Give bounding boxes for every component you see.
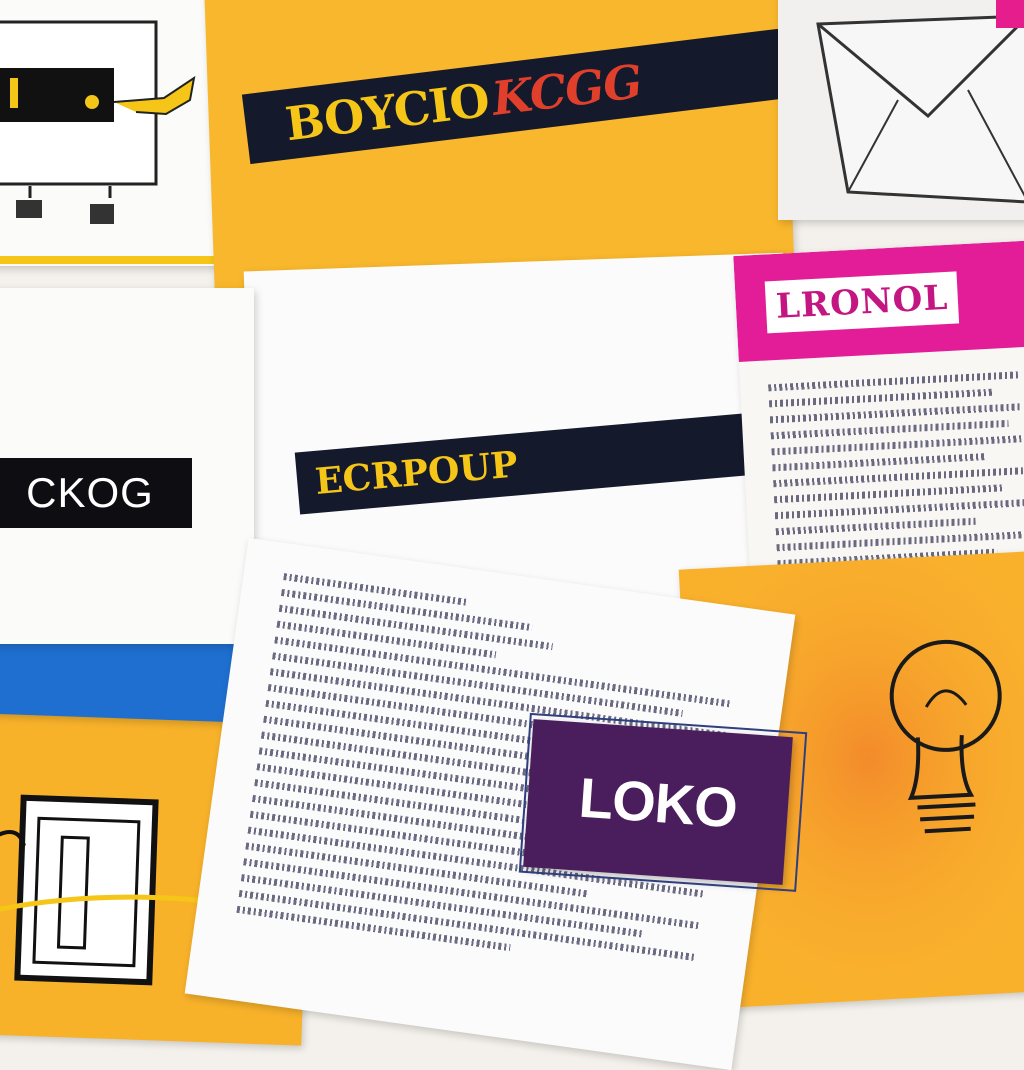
- card-right-text: LRONOL: [733, 240, 1024, 596]
- left-label-text: CKOG: [26, 469, 154, 516]
- right-card-header-text: LRONOL: [764, 271, 960, 334]
- envelope-icon: [816, 14, 1024, 204]
- card-envelope: [778, 0, 1024, 220]
- middle-banner-text: ECRPOUP: [313, 443, 520, 503]
- magenta-corner: [996, 0, 1024, 28]
- right-card-scribble: [768, 371, 1024, 576]
- top-banner: BOYCIO KCGG: [241, 28, 787, 165]
- left-label: CKOG: [0, 458, 192, 528]
- card-left-white: CKOG: [0, 288, 254, 644]
- bottom-label-outline: [518, 712, 808, 892]
- middle-banner: ECRPOUP: [294, 410, 787, 515]
- right-card-header: LRONOL: [733, 240, 1024, 362]
- top-banner-tail: KCGG: [489, 54, 645, 126]
- card-top-left-device: [0, 0, 238, 266]
- device-sketch-icon: [0, 20, 238, 264]
- bottom-label: LOKO: [518, 712, 808, 892]
- blue-strip: [0, 635, 252, 723]
- top-banner-text: BOYCIO: [282, 72, 492, 152]
